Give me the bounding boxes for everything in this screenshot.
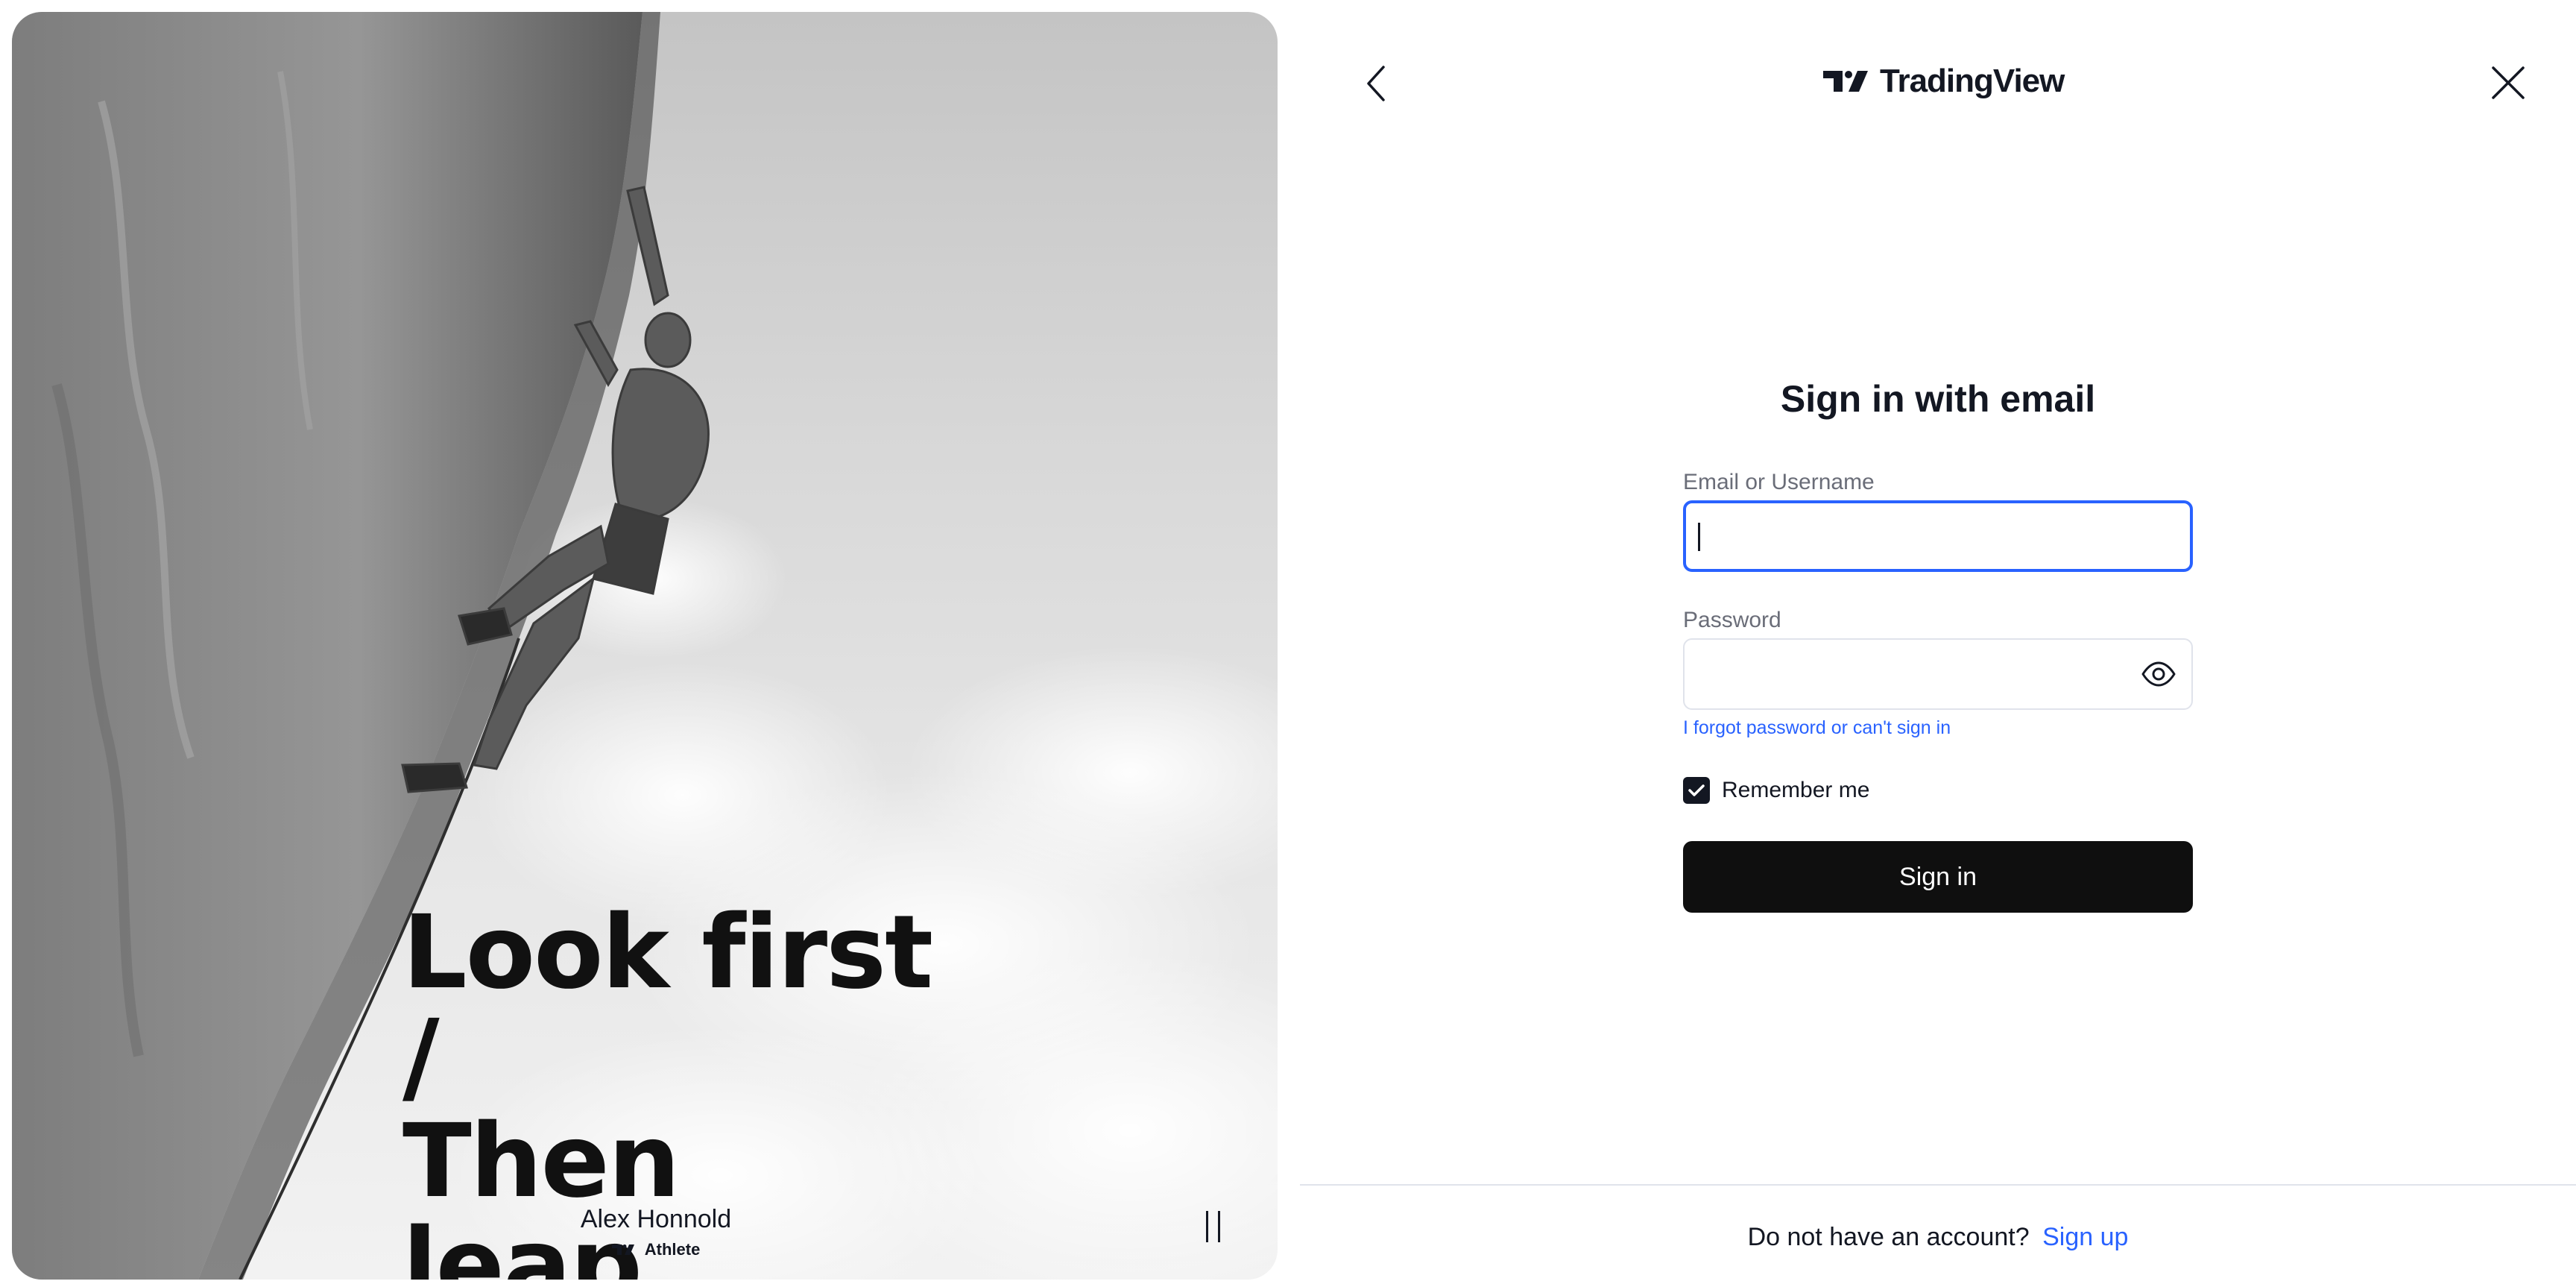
sign-up-link[interactable]: Sign up [2042,1223,2128,1251]
footer-divider [1300,1184,2576,1186]
password-field[interactable] [1685,640,2191,708]
hero-panel: Look first / Then leap. Alex Honnold Ath… [12,12,1278,1280]
email-label: Email or Username [1683,470,1875,494]
remember-me-label: Remember me [1722,778,1870,802]
show-password-toggle[interactable] [2141,658,2176,690]
remember-me-checkbox[interactable] [1683,777,1710,804]
checkmark-icon [1688,784,1705,796]
back-button[interactable] [1361,63,1394,104]
email-field-wrapper [1683,500,2193,572]
close-icon [2492,66,2525,99]
brand-logo: TradingView [1823,63,2065,100]
tradingview-logo-icon [1823,71,1868,92]
sign-in-button[interactable]: Sign in [1683,841,2193,913]
close-button[interactable] [2490,64,2527,101]
pause-button[interactable] [1197,1208,1230,1245]
eye-icon [2141,661,2176,687]
brand-name: TradingView [1880,63,2065,99]
footer: Do not have an account? Sign up [1300,1223,2576,1252]
chevron-left-icon [1367,66,1385,101]
forgot-password-link[interactable]: I forgot password or can't sign in [1683,717,1951,739]
page-title: Sign in with email [1780,378,2096,420]
email-field[interactable] [1686,503,2190,569]
remember-me: Remember me [1683,777,1869,804]
password-label: Password [1683,608,1781,632]
tradingview-logo-icon [611,1244,634,1256]
password-field-wrapper [1683,638,2193,710]
athlete-badge-label: Athlete [644,1240,701,1259]
tagline-line-1: Look first / [402,894,933,1116]
athlete-badge: Athlete [507,1239,805,1259]
signup-prompt: Do not have an account? [1747,1223,2030,1251]
athlete-name: Alex Honnold [580,1205,732,1233]
